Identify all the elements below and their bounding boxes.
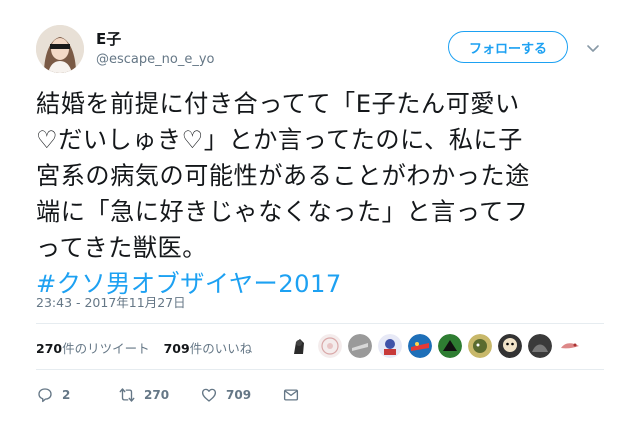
engagement-stats: 270件のリツイート 709件のいいね [36, 338, 252, 357]
user-handle[interactable]: @escape_no_e_yo [96, 52, 214, 67]
tweet-text-line: 結婚を前提に付き合ってて「E子たん可愛い [36, 90, 520, 118]
retweets-count: 270 [36, 341, 63, 356]
tweet-card: E子 @escape_no_e_yo フォローする 結婚を前提に付き合ってて「E… [0, 0, 640, 422]
liker-avatar[interactable] [378, 334, 402, 358]
liker-avatar[interactable] [438, 334, 462, 358]
chevron-down-icon[interactable] [585, 40, 601, 56]
tweet-text-line: ♡だいしゅき♡」とか言ってたのに、私に子 [36, 126, 523, 154]
tweet-timestamp[interactable]: 23:43 - 2017年11月27日 [36, 292, 186, 311]
liker-avatar[interactable] [558, 334, 582, 358]
like-count: 709 [226, 388, 252, 402]
divider [36, 323, 604, 324]
avatar-image [36, 25, 84, 73]
tweet-text-line: 宮系の病気の可能性があることがわかった途 [36, 162, 530, 190]
divider [36, 369, 604, 370]
retweet-count: 270 [144, 388, 170, 402]
direct-message-button[interactable] [282, 386, 300, 404]
follow-button[interactable]: フォローする [448, 31, 568, 63]
reply-icon [38, 388, 52, 403]
liker-avatar[interactable] [408, 334, 432, 358]
retweet-button[interactable]: 270 [118, 386, 200, 404]
like-button[interactable]: 709 [200, 386, 282, 404]
likes-count: 709 [163, 341, 190, 356]
likes-label: 件のいいね [189, 341, 253, 356]
retweet-icon [119, 388, 135, 402]
action-bar: 2 270 709 [36, 386, 300, 404]
retweets-label: 件のリツイート [62, 341, 150, 356]
liker-avatar[interactable] [528, 334, 552, 358]
liker-avatar[interactable] [288, 334, 312, 358]
liker-avatar[interactable] [318, 334, 342, 358]
tweet-text-line: 端に「急に好きじゃなくなった」と言ってフ [36, 198, 529, 226]
liker-avatar[interactable] [348, 334, 372, 358]
heart-icon [201, 388, 217, 402]
likes-stat[interactable]: 709件のいいね [164, 338, 253, 357]
avatar[interactable] [36, 25, 84, 73]
liker-avatar[interactable] [498, 334, 522, 358]
likers-avatars [288, 334, 582, 358]
envelope-icon [283, 389, 299, 401]
tweet-text: 結婚を前提に付き合ってて「E子たん可愛い ♡だいしゅき♡」とか言ってたのに、私に… [36, 86, 626, 302]
tweet-text-line: ってきた獣医。 [36, 234, 207, 262]
display-name[interactable]: E子 [96, 28, 121, 49]
reply-count: 2 [62, 388, 71, 402]
retweets-stat[interactable]: 270件のリツイート [36, 338, 150, 357]
liker-avatar[interactable] [468, 334, 492, 358]
reply-button[interactable]: 2 [36, 386, 118, 404]
